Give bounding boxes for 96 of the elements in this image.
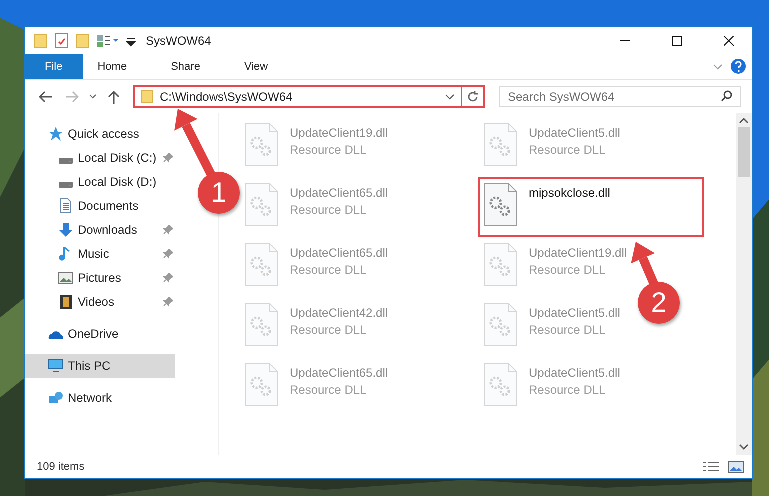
refresh-icon — [466, 90, 478, 102]
item-label: Pictures — [78, 271, 122, 285]
item-label: This PC — [68, 359, 112, 373]
file-tab[interactable]: File — [25, 54, 83, 79]
sidebar-item[interactable]: OneDrive — [25, 322, 175, 346]
maximize-icon — [672, 36, 682, 46]
dll-file-icon — [245, 303, 279, 347]
scrollbar[interactable] — [736, 113, 752, 455]
properties-icon[interactable] — [54, 32, 70, 48]
file-type: Resource DLL — [529, 263, 607, 277]
star-icon — [48, 126, 64, 142]
dll-file-icon — [484, 243, 518, 287]
left-arrow-icon — [39, 90, 53, 102]
item-label: Network — [68, 391, 114, 405]
folder-icon — [141, 89, 154, 104]
sidebar-item[interactable]: Downloads — [25, 218, 175, 242]
details-view-icon[interactable] — [702, 460, 720, 472]
item-label: Documents — [78, 199, 140, 213]
file-name: UpdateClient65.dll — [290, 246, 388, 260]
view-options-icon[interactable] — [96, 32, 120, 48]
search-field[interactable]: Search SysWOW64 — [499, 86, 741, 107]
dll-file-icon — [245, 363, 279, 407]
dll-file-icon — [245, 183, 279, 227]
right-arrow-icon — [65, 90, 79, 102]
sidebar-item[interactable]: Music — [25, 242, 175, 266]
file-name: UpdateClient5.dll — [529, 366, 620, 380]
pin-icon[interactable] — [163, 273, 173, 283]
picture-icon — [58, 270, 74, 286]
sidebar-item[interactable]: Local Disk (D:) — [25, 170, 175, 194]
file-type: Resource DLL — [529, 383, 607, 397]
file-type: Resource DLL — [290, 143, 368, 157]
ribbon-tab[interactable]: View — [229, 54, 284, 79]
network-icon — [48, 390, 64, 406]
callout-arrow — [174, 109, 216, 178]
file-type: Resource DLL — [529, 323, 607, 337]
help-icon[interactable] — [731, 59, 746, 74]
window-title: SysWOW64 — [146, 34, 212, 48]
sidebar-item[interactable]: Local Disk (C:) — [25, 146, 175, 170]
close-icon — [724, 36, 734, 46]
up-arrow-icon — [108, 90, 120, 104]
ribbon-tab[interactable]: Home — [82, 54, 142, 79]
scroll-down-icon[interactable] — [739, 443, 749, 451]
ribbon-tab[interactable]: Share — [156, 54, 216, 79]
dll-file-icon — [484, 123, 518, 167]
large-icons-view-icon[interactable] — [728, 460, 744, 472]
dll-file-icon — [245, 243, 279, 287]
dll-file-icon — [245, 123, 279, 167]
file-type: Resource DLL — [290, 383, 368, 397]
item-label: Quick access — [68, 127, 140, 141]
scroll-thumb[interactable] — [738, 127, 750, 177]
file-name: UpdateClient5.dll — [529, 126, 620, 140]
file-name: UpdateClient19.dll — [529, 246, 628, 260]
pin-icon[interactable] — [163, 225, 173, 235]
sidebar-item[interactable]: Network — [25, 386, 175, 410]
pin-icon[interactable] — [163, 249, 173, 259]
document-icon — [58, 198, 74, 214]
item-label: OneDrive — [68, 327, 120, 341]
address-bar[interactable]: C:\Windows\SysWOW64 — [133, 85, 485, 108]
drive-icon — [58, 157, 74, 164]
drive-icon — [58, 181, 74, 188]
address-path: C:\Windows\SysWOW64 — [160, 90, 294, 104]
file-name: UpdateClient65.dll — [290, 366, 388, 380]
file-type: Resource DLL — [529, 143, 607, 157]
file-name: UpdateClient65.dll — [290, 186, 388, 200]
dll-file-icon — [484, 183, 518, 227]
dll-file-icon — [484, 363, 518, 407]
chevron-down-icon — [89, 94, 97, 99]
item-count: 109 items — [37, 460, 86, 472]
scroll-up-icon[interactable] — [739, 117, 749, 125]
file-name: UpdateClient42.dll — [290, 306, 388, 320]
item-label: Local Disk (D:) — [78, 175, 158, 189]
down-arrow-icon — [58, 222, 74, 238]
sidebar-item[interactable]: Documents — [25, 194, 175, 218]
pin-icon[interactable] — [163, 297, 173, 307]
sidebar-item[interactable]: Quick access — [25, 122, 175, 146]
file-type: Resource DLL — [290, 263, 368, 277]
item-label: Music — [78, 247, 110, 261]
file-type: Resource DLL — [290, 323, 368, 337]
file-type: Resource DLL — [290, 203, 368, 217]
file-name: mipsokclose.dll — [529, 186, 610, 200]
film-icon — [58, 294, 74, 310]
monitor-icon — [48, 358, 64, 374]
pin-icon[interactable] — [163, 153, 173, 163]
sidebar-item[interactable]: This PC — [25, 354, 175, 378]
sidebar-item[interactable]: Pictures — [25, 266, 175, 290]
chevron-icon[interactable] — [713, 64, 723, 70]
file-name: UpdateClient19.dll — [290, 126, 388, 140]
item-label: Local Disk (C:) — [78, 151, 158, 165]
item-label: Videos — [78, 295, 116, 309]
item-label: Downloads — [78, 223, 138, 237]
search-icon — [721, 90, 733, 102]
file-name: UpdateClient5.dll — [529, 306, 620, 320]
dll-file-icon — [484, 303, 518, 347]
sidebar-item[interactable]: Videos — [25, 290, 175, 314]
file-item[interactable]: mipsokclose.dll — [478, 177, 704, 237]
dropdown-icon[interactable] — [445, 94, 455, 100]
